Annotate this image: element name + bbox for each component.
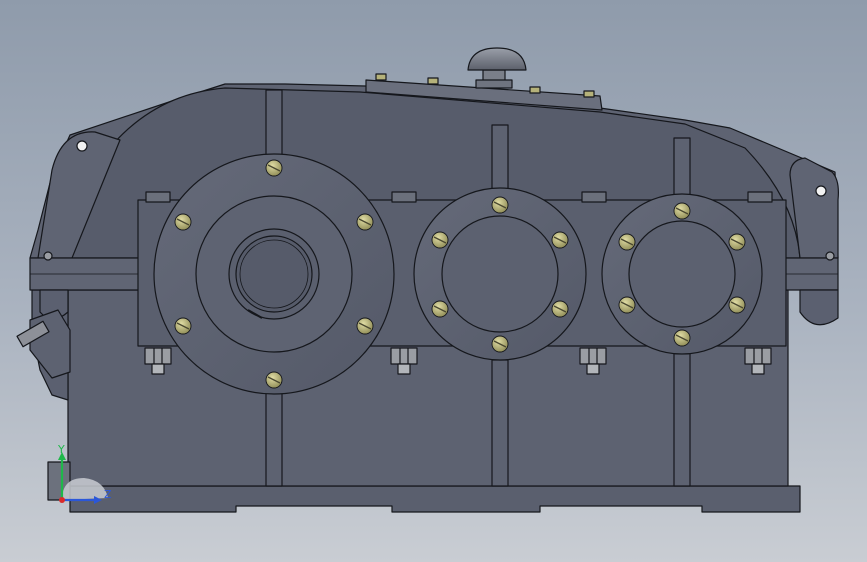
gearbox-model[interactable]	[16, 47, 839, 513]
triad-x-axis	[59, 497, 65, 503]
left-lug-hole	[76, 140, 88, 152]
breather-cap	[467, 47, 527, 71]
triad-z-label: Z	[104, 488, 112, 501]
input-shaft-boss	[153, 153, 395, 395]
triad-y-label: Y	[57, 443, 65, 456]
flange-right-notch	[799, 289, 839, 326]
base-plate	[69, 485, 801, 513]
cad-viewport[interactable]: Y Z	[0, 0, 867, 562]
oil-plug	[16, 309, 71, 379]
intermediate-shaft-boss	[413, 187, 587, 361]
right-lug-hole	[815, 185, 827, 197]
